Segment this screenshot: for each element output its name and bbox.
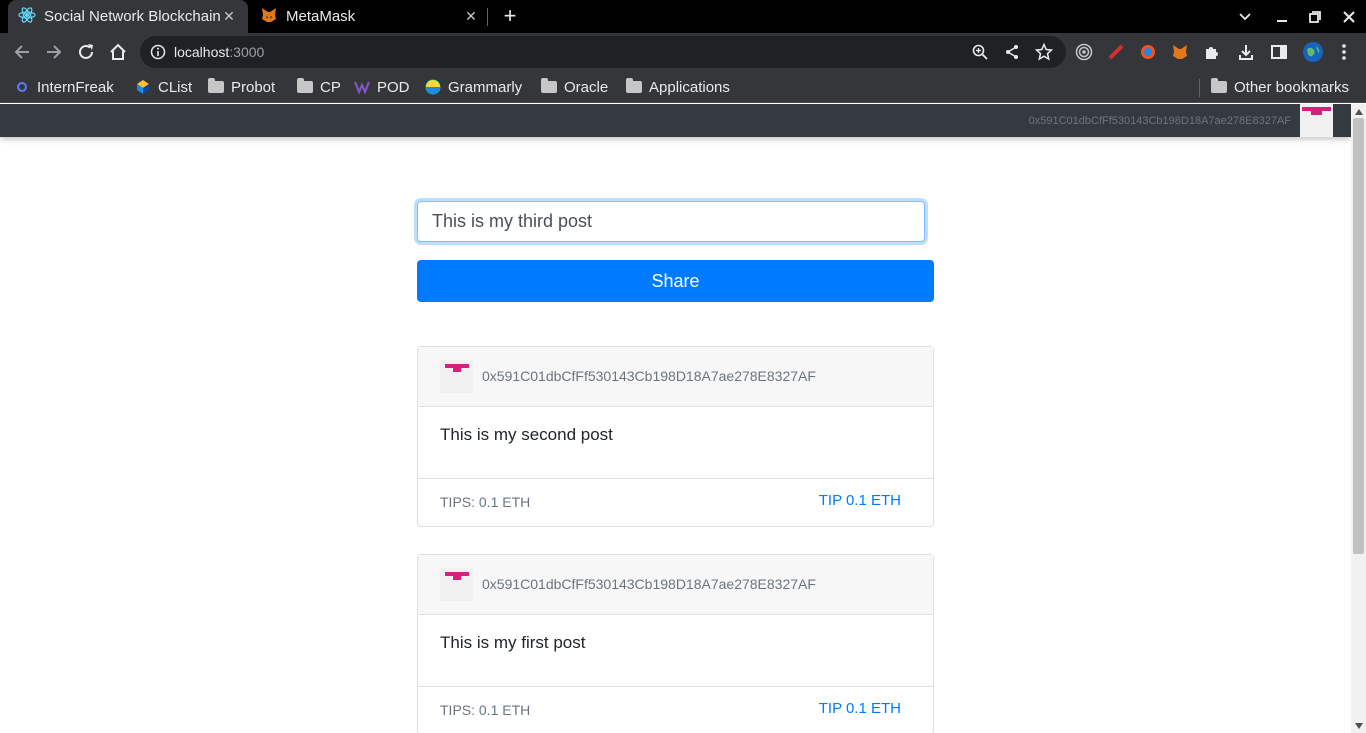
clist-icon [135,79,151,95]
side-panel-icon[interactable] [1269,42,1289,62]
bookmarks-bar: InternFreak CList Probot CP POD Grammarl… [0,71,1366,103]
url-host: localhost [174,44,230,60]
post-header: 0x591C01dbCfFf530143Cb198D18A7ae278E8327… [418,347,933,407]
post-footer: TIPS: 0.1 ETH TIP 0.1 ETH [418,687,933,733]
share-button[interactable]: Share [417,260,934,302]
share-icon[interactable] [1002,42,1022,62]
author-identicon [440,568,473,601]
minimize-icon[interactable] [1266,0,1298,33]
tab-metamask[interactable]: MetaMask ✕ [250,0,490,33]
bookmark-label: CP [320,78,341,96]
folder-icon [541,78,557,95]
extension-pen-icon[interactable] [1106,42,1126,62]
tab-search-icon[interactable] [1229,0,1261,33]
post-footer: TIPS: 0.1 ETH TIP 0.1 ETH [418,479,933,526]
bookmark-other-bookmarks[interactable]: Other bookmarks [1211,76,1349,98]
bookmark-label: Grammarly [448,78,523,96]
grammarly-icon [425,79,441,95]
profile-avatar-icon[interactable] [1301,40,1325,64]
post-tips: TIPS: 0.1 ETH [440,702,531,718]
tip-button[interactable]: TIP 0.1 ETH [819,700,901,717]
new-tab-button[interactable]: + [498,4,522,28]
extension-color-icon[interactable] [1138,42,1158,62]
bookmark-label: Oracle [564,78,609,96]
tab-title: MetaMask [286,8,356,25]
bookmark-probot[interactable]: Probot [208,76,275,98]
bookmark-applications[interactable]: Applications [626,76,730,98]
post-card: 0x591C01dbCfFf530143Cb198D18A7ae278E8327… [417,346,934,527]
react-icon [18,6,36,28]
reload-icon[interactable] [75,41,97,63]
bookmark-internfreak[interactable]: InternFreak [14,76,114,98]
post-body: This is my second post [418,407,933,479]
share-button-label: Share [651,270,700,291]
metamask-extension-icon[interactable] [1170,42,1190,62]
post-body: This is my first post [418,615,933,687]
folder-icon [208,78,224,95]
app-navbar: 0x591C01dbCfFf530143Cb198D18A7ae278E8327… [0,104,1351,137]
bookmark-label: CList [158,78,193,96]
web-page: 0x591C01dbCfFf530143Cb198D18A7ae278E8327… [0,104,1351,733]
bookmark-label: Other bookmarks [1234,78,1350,96]
close-tab-icon[interactable]: ✕ [220,8,238,25]
post-input-value: This is my third post [432,211,593,231]
bookmark-oracle[interactable]: Oracle [541,76,608,98]
bookmark-label: Applications [649,78,730,96]
bookmark-cp[interactable]: CP [297,76,341,98]
browser-tabstrip: Social Network Blockchain ✕ MetaMask ✕ + [0,0,1366,33]
bookmark-label: Probot [231,78,276,96]
browser-menu-icon[interactable] [1334,42,1354,62]
account-address: 0x591C01dbCfFf530143Cb198D18A7ae278E8327… [1028,115,1291,127]
post-card: 0x591C01dbCfFf530143Cb198D18A7ae278E8327… [417,554,934,733]
address-bar[interactable]: localhost:3000 [140,36,1066,68]
bookmark-label: POD [377,78,410,96]
restore-icon[interactable] [1299,0,1331,33]
post-author: 0x591C01dbCfFf530143Cb198D18A7ae278E8327… [482,576,816,592]
bookmarks-separator [1199,79,1200,97]
download-icon[interactable] [1236,42,1256,62]
forward-icon[interactable] [43,41,65,63]
metamask-fox-icon [260,6,278,28]
bookmark-label: InternFreak [37,78,114,96]
tab-social-network[interactable]: Social Network Blockchain ✕ [8,0,248,33]
tip-button[interactable]: TIP 0.1 ETH [819,492,901,509]
close-tab-icon[interactable]: ✕ [462,8,480,25]
bookmark-grammarly[interactable]: Grammarly [425,76,522,98]
post-content: This is my first post [440,633,586,652]
extension-target-icon[interactable] [1074,42,1094,62]
home-icon[interactable] [107,41,129,63]
account-identicon [1300,104,1333,137]
extensions-puzzle-icon[interactable] [1202,42,1222,62]
url-port: :3000 [229,44,265,60]
browser-toolbar: localhost:3000 [0,33,1366,71]
back-icon[interactable] [11,41,33,63]
post-tips: TIPS: 0.1 ETH [440,494,531,510]
scroll-up-icon[interactable] [1351,105,1366,119]
url-text: localhost:3000 [174,44,264,60]
post-header: 0x591C01dbCfFf530143Cb198D18A7ae278E8327… [418,555,933,615]
site-info-icon[interactable] [150,44,166,65]
author-identicon [440,360,473,393]
folder-icon [1211,78,1227,95]
close-window-icon[interactable] [1333,0,1365,33]
post-content-input[interactable]: This is my third post [417,201,925,242]
internfreak-icon [14,79,30,95]
tab-separator [487,8,488,26]
post-content: This is my second post [440,425,613,444]
folder-icon [626,78,642,95]
bookmark-pod[interactable]: POD [354,76,410,98]
tab-title: Social Network Blockchain [44,8,220,25]
bookmark-star-icon[interactable] [1034,42,1054,62]
scrollbar-thumb[interactable] [1353,118,1364,554]
folder-icon [297,78,313,95]
pod-icon [354,79,370,95]
zoom-icon[interactable] [970,42,990,62]
bookmark-clist[interactable]: CList [135,76,192,98]
post-author: 0x591C01dbCfFf530143Cb198D18A7ae278E8327… [482,368,816,384]
scroll-down-icon[interactable] [1351,719,1366,733]
